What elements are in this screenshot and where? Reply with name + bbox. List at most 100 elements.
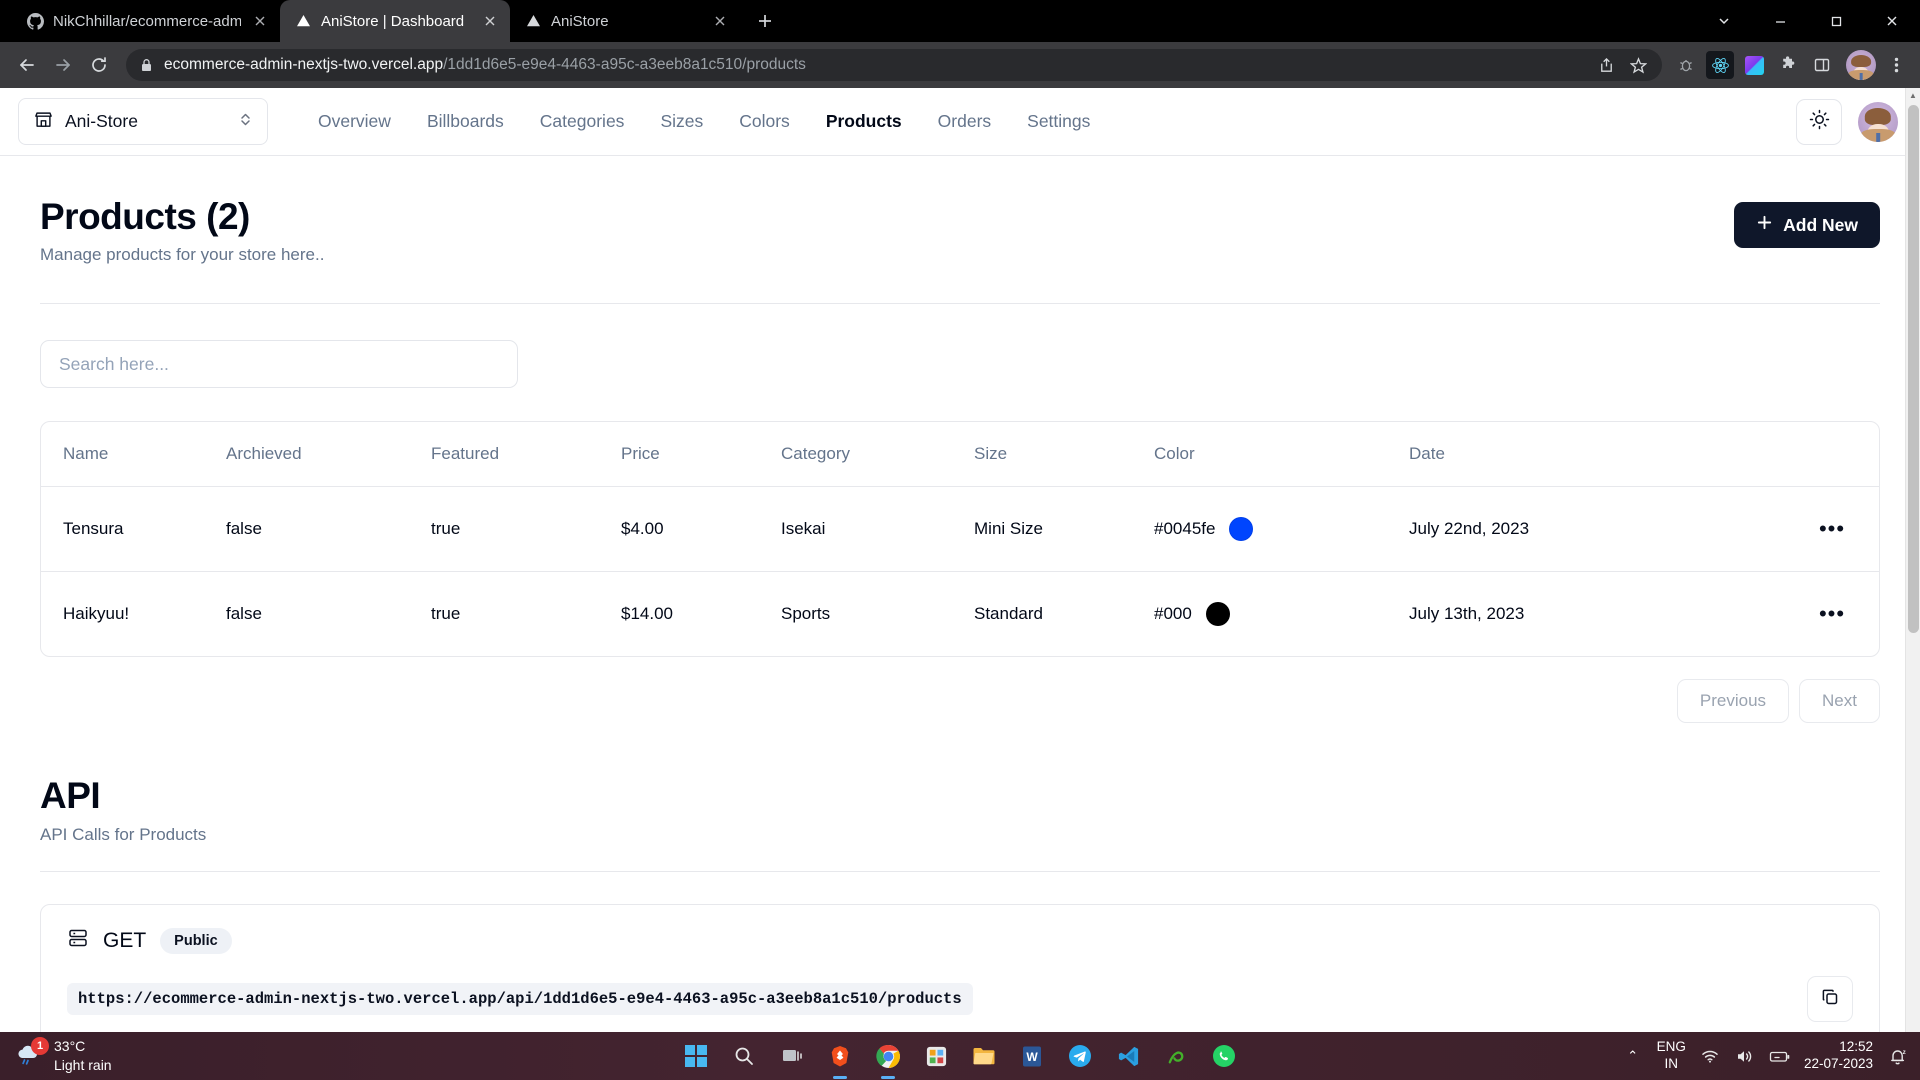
sun-icon	[1809, 109, 1830, 135]
main-nav: Overview Billboards Categories Sizes Col…	[300, 111, 1108, 132]
store-switcher-label: Ani-Store	[65, 111, 138, 131]
store-icon[interactable]	[921, 1041, 951, 1071]
store-switcher[interactable]: Ani-Store	[18, 98, 268, 145]
gradient-extension-icon[interactable]	[1740, 51, 1768, 79]
column-header-date[interactable]: Date	[1409, 422, 1669, 488]
language-top: ENG	[1656, 1039, 1686, 1055]
window-minimize-button[interactable]	[1752, 0, 1808, 42]
browser-tab-1[interactable]: AniStore | Dashboard	[280, 0, 510, 42]
whatsapp-icon[interactable]	[1209, 1041, 1239, 1071]
svg-text:W: W	[1026, 1050, 1038, 1064]
bug-icon[interactable]	[1672, 51, 1700, 79]
vscode-icon[interactable]	[1113, 1041, 1143, 1071]
task-view-icon[interactable]	[777, 1041, 807, 1071]
close-icon[interactable]	[710, 11, 730, 31]
add-new-button[interactable]: Add New	[1734, 202, 1880, 248]
column-header-name[interactable]: Name	[41, 422, 226, 488]
plus-icon	[1756, 214, 1773, 236]
browser-tab-2[interactable]: AniStore	[510, 0, 740, 42]
cell-category: Isekai	[781, 486, 974, 573]
reload-icon[interactable]	[82, 48, 116, 82]
column-header-featured[interactable]: Featured	[431, 422, 621, 488]
anaconda-icon[interactable]	[1161, 1041, 1191, 1071]
pagination: Previous Next	[40, 679, 1880, 724]
tray-chevron-up-icon[interactable]: ⌃	[1622, 1045, 1644, 1067]
browser-chrome: NikChhillar/ecommerce-admin-n AniStore |…	[0, 0, 1920, 88]
row-actions-menu-icon[interactable]: •••	[1815, 599, 1849, 629]
search-input[interactable]: Search here...	[40, 340, 518, 389]
forward-icon[interactable]	[46, 48, 80, 82]
cell-date: July 13th, 2023	[1409, 604, 1525, 624]
search-icon[interactable]	[729, 1041, 759, 1071]
browser-tab-0[interactable]: NikChhillar/ecommerce-admin-n	[12, 0, 280, 42]
cell-size: Standard	[974, 604, 1043, 624]
page-scrollbar[interactable]: ▲	[1905, 88, 1920, 1032]
window-close-button[interactable]	[1864, 0, 1920, 42]
chrome-icon[interactable]	[873, 1041, 903, 1071]
taskbar-weather-widget[interactable]: 1 33°C Light rain	[0, 1037, 112, 1075]
column-header-category[interactable]: Category	[781, 422, 974, 488]
back-icon[interactable]	[10, 48, 44, 82]
clock-time: 12:52	[1839, 1039, 1873, 1055]
nav-item-sizes[interactable]: Sizes	[642, 111, 721, 132]
window-controls	[1696, 0, 1920, 42]
column-header-price[interactable]: Price	[621, 422, 781, 488]
share-icon[interactable]	[1592, 51, 1620, 79]
header-divider	[40, 303, 1880, 305]
api-divider	[40, 871, 1880, 873]
close-icon[interactable]	[480, 11, 500, 31]
three-dot-menu-icon[interactable]	[1882, 51, 1910, 79]
api-subtitle: API Calls for Products	[40, 825, 207, 845]
extension-icons	[1672, 50, 1910, 80]
cell-name: Haikyuu!	[63, 604, 130, 624]
next-page-button[interactable]: Next	[1799, 679, 1880, 724]
products-table-card: Name Archieved Featured Price Category S…	[40, 421, 1880, 658]
column-header-color[interactable]: Color	[1154, 422, 1409, 488]
copy-icon	[1820, 987, 1840, 1012]
column-header-archieved[interactable]: Archieved	[226, 422, 431, 488]
profile-avatar[interactable]	[1846, 50, 1876, 80]
telegram-icon[interactable]	[1065, 1041, 1095, 1071]
close-icon[interactable]	[250, 11, 270, 31]
nav-item-settings[interactable]: Settings	[1009, 111, 1108, 132]
bookmark-star-icon[interactable]	[1624, 51, 1652, 79]
nav-item-billboards[interactable]: Billboards	[409, 111, 522, 132]
brave-icon[interactable]	[825, 1041, 855, 1071]
browser-tab-title: NikChhillar/ecommerce-admin-n	[53, 12, 241, 30]
tab-search-chevron-icon[interactable]	[1696, 0, 1752, 42]
clock[interactable]: 12:52 22-07-2023	[1804, 1039, 1873, 1073]
color-value-label: #0045fe	[1154, 519, 1216, 539]
address-bar-url: ecommerce-admin-nextjs-two.vercel.app/1d…	[164, 56, 1582, 74]
react-icon[interactable]	[1706, 51, 1734, 79]
notifications-icon[interactable]: z	[1886, 1045, 1908, 1067]
scroll-up-arrow-icon[interactable]: ▲	[1906, 88, 1920, 103]
row-actions-menu-icon[interactable]: •••	[1815, 514, 1849, 544]
vercel-icon	[294, 12, 312, 30]
column-header-size[interactable]: Size	[974, 422, 1154, 488]
system-tray: ⌃ ENG IN 12:52 22-07-2023 z	[1622, 1039, 1920, 1073]
puzzle-extensions-icon[interactable]	[1774, 51, 1802, 79]
volume-icon[interactable]	[1734, 1045, 1756, 1067]
battery-icon[interactable]	[1769, 1045, 1791, 1067]
nav-item-overview[interactable]: Overview	[300, 111, 409, 132]
windows-start-icon[interactable]	[681, 1041, 711, 1071]
nav-item-colors[interactable]: Colors	[721, 111, 808, 132]
nav-item-orders[interactable]: Orders	[920, 111, 1009, 132]
page-subtitle: Manage products for your store here..	[40, 245, 325, 265]
language-indicator[interactable]: ENG IN	[1657, 1039, 1686, 1073]
window-maximize-button[interactable]	[1808, 0, 1864, 42]
nav-item-categories[interactable]: Categories	[522, 111, 643, 132]
new-tab-button[interactable]	[748, 4, 782, 38]
file-explorer-icon[interactable]	[969, 1041, 999, 1071]
address-bar[interactable]: ecommerce-admin-nextjs-two.vercel.app/1d…	[126, 49, 1662, 81]
wifi-icon[interactable]	[1699, 1045, 1721, 1067]
previous-page-button[interactable]: Previous	[1676, 679, 1790, 724]
word-icon[interactable]: W	[1017, 1041, 1047, 1071]
copy-url-button[interactable]	[1807, 976, 1853, 1023]
sidebar-icon[interactable]	[1808, 51, 1836, 79]
scrollbar-thumb[interactable]	[1908, 105, 1919, 633]
user-avatar[interactable]	[1858, 101, 1898, 142]
nav-item-products[interactable]: Products	[808, 111, 920, 132]
cell-featured: true	[431, 604, 461, 624]
theme-toggle-button[interactable]	[1796, 98, 1842, 145]
